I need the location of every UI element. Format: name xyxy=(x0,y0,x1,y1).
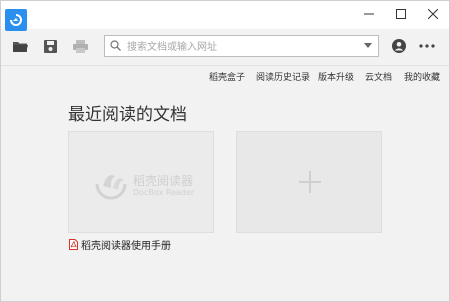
link-my-favorites[interactable]: 我的收藏 xyxy=(404,70,440,83)
folder-icon[interactable] xyxy=(11,37,29,55)
search-box[interactable] xyxy=(104,35,379,57)
minimize-button[interactable] xyxy=(353,1,385,27)
toolbar xyxy=(1,31,449,61)
link-daoke-box[interactable]: 稻壳盒子 xyxy=(209,70,245,83)
page-title: 最近阅读的文档 xyxy=(68,105,187,125)
plus-icon xyxy=(299,171,321,193)
maximize-button[interactable] xyxy=(385,1,417,27)
close-button[interactable] xyxy=(417,1,449,27)
recent-doc-link[interactable]: 稻壳阅读器使用手册 xyxy=(69,237,171,252)
docbox-watermark-icon xyxy=(95,175,127,200)
more-icon[interactable] xyxy=(418,37,436,55)
printer-icon[interactable] xyxy=(71,37,89,55)
recent-doc-name: 稻壳阅读器使用手册 xyxy=(81,241,171,252)
app-window: 稻壳盒子 阅读历史记录 版本升级 云文档 我的收藏 最近阅读的文档 稻壳阅读器 … xyxy=(0,0,450,302)
watermark-subtitle: DocBox Reader xyxy=(133,188,195,197)
title-bar xyxy=(1,1,449,31)
search-icon xyxy=(110,40,121,51)
link-reading-history[interactable]: 阅读历史记录 xyxy=(256,70,310,83)
pdf-icon xyxy=(69,239,78,250)
quick-links-bar: 稻壳盒子 阅读历史记录 版本升级 云文档 我的收藏 xyxy=(1,65,449,86)
app-logo-icon xyxy=(5,9,27,31)
dropdown-arrow-icon[interactable] xyxy=(364,43,372,48)
watermark-title: 稻壳阅读器 xyxy=(133,174,194,188)
save-icon[interactable] xyxy=(41,37,59,55)
add-document-card[interactable] xyxy=(236,131,382,233)
link-cloud-docs[interactable]: 云文档 xyxy=(365,70,392,83)
recent-doc-card[interactable]: 稻壳阅读器 DocBox Reader xyxy=(68,131,214,233)
user-icon[interactable] xyxy=(390,37,408,55)
link-version-upgrade[interactable]: 版本升级 xyxy=(318,70,354,83)
search-input[interactable] xyxy=(125,37,359,57)
